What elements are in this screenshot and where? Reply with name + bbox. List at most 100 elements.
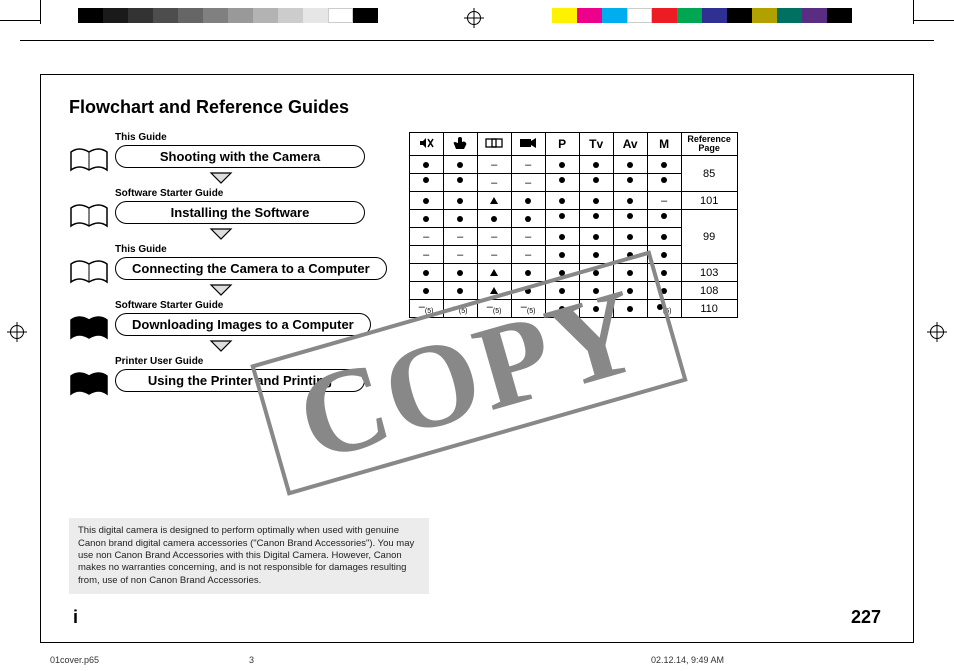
panorama-icon	[477, 133, 511, 156]
mode-cell: –	[477, 246, 511, 264]
mode-cell: –(5)	[477, 300, 511, 318]
flow-step: Connecting the Camera to a Computer	[115, 257, 387, 280]
book-icon	[69, 314, 109, 342]
mode-cell: –	[409, 228, 443, 246]
mode-cell	[443, 264, 477, 282]
mode-cell	[545, 282, 579, 300]
registration-mark-icon	[930, 325, 944, 339]
mode-cell	[443, 192, 477, 210]
mode-cell: –	[511, 174, 545, 192]
mode-cell: –	[511, 246, 545, 264]
mode-cell	[579, 192, 613, 210]
flow-step: Downloading Images to a Computer	[115, 313, 371, 336]
arrow-down-icon	[209, 227, 233, 241]
reference-page-cell: 103	[681, 264, 737, 282]
mode-cell	[545, 246, 579, 264]
mode-header: P	[545, 133, 579, 156]
guide-source-label: Software Starter Guide	[115, 188, 223, 199]
mode-cell	[579, 174, 613, 192]
footer-timestamp: 02.12.14, 9:49 AM	[651, 655, 904, 665]
mute-icon	[409, 133, 443, 156]
mode-cell	[477, 210, 511, 228]
mode-cell: –(5)	[443, 300, 477, 318]
disclaimer-box: This digital camera is designed to perfo…	[69, 518, 429, 594]
mode-cell	[545, 210, 579, 228]
mode-cell	[613, 210, 647, 228]
mode-cell	[443, 282, 477, 300]
movie-icon	[511, 133, 545, 156]
mode-cell	[545, 156, 579, 174]
mode-cell	[545, 174, 579, 192]
process-color-bar	[552, 8, 852, 23]
mode-cell	[647, 246, 681, 264]
footer-filename: 01cover.p65	[50, 655, 99, 665]
mode-cell	[545, 192, 579, 210]
mode-cell	[545, 228, 579, 246]
hand-icon	[443, 133, 477, 156]
mode-cell	[545, 300, 579, 318]
reference-page-cell: 85	[681, 156, 737, 192]
mode-cell	[409, 282, 443, 300]
mode-cell	[477, 264, 511, 282]
mode-cell: –	[477, 156, 511, 174]
book-icon	[69, 258, 109, 286]
reference-page-cell: 99	[681, 210, 737, 264]
mode-cell	[613, 246, 647, 264]
mode-cell	[545, 264, 579, 282]
mode-cell	[613, 174, 647, 192]
footer-pagenum: 3	[249, 655, 254, 665]
mode-header: Tv	[579, 133, 613, 156]
mode-header: Av	[613, 133, 647, 156]
mode-cell	[647, 228, 681, 246]
guide-source-label: Printer User Guide	[115, 356, 203, 367]
mode-cell: –	[647, 192, 681, 210]
book-icon	[69, 146, 109, 174]
page-number-left: i	[73, 607, 78, 628]
mode-cell	[647, 282, 681, 300]
mode-cell	[613, 264, 647, 282]
mode-cell	[579, 300, 613, 318]
mode-cell	[511, 192, 545, 210]
reference-page-cell: 108	[681, 282, 737, 300]
mode-cell	[579, 282, 613, 300]
page-body: Flowchart and Reference Guides This Guid…	[40, 74, 914, 643]
mode-cell	[409, 210, 443, 228]
grayscale-color-bar	[78, 8, 378, 23]
mode-cell	[477, 192, 511, 210]
mode-cell: –	[443, 246, 477, 264]
mode-cell: –	[443, 228, 477, 246]
flow-step: Installing the Software	[115, 201, 365, 224]
mode-cell	[511, 282, 545, 300]
mode-cell: –(5)	[511, 300, 545, 318]
mode-cell	[409, 264, 443, 282]
arrow-down-icon	[209, 171, 233, 185]
mode-cell	[443, 210, 477, 228]
guide-source-label: This Guide	[115, 244, 167, 255]
guide-source-label: This Guide	[115, 132, 167, 143]
mode-cell	[511, 210, 545, 228]
mode-cell: –	[477, 174, 511, 192]
registration-mark-icon	[467, 11, 481, 25]
mode-cell	[409, 156, 443, 174]
mode-cell	[647, 210, 681, 228]
mode-cell	[613, 192, 647, 210]
mode-cell: –(5)	[409, 300, 443, 318]
mode-cell	[409, 192, 443, 210]
mode-cell	[511, 264, 545, 282]
print-footer: 01cover.p65 3 02.12.14, 9:49 AM	[50, 655, 904, 665]
book-icon	[69, 202, 109, 230]
mode-cell	[579, 246, 613, 264]
mode-cell	[613, 156, 647, 174]
page-title: Flowchart and Reference Guides	[69, 97, 885, 118]
registration-mark-icon	[10, 325, 24, 339]
mode-cell: –	[511, 156, 545, 174]
mode-cell	[409, 174, 443, 192]
arrow-down-icon	[209, 283, 233, 297]
reference-page-header: Reference Page	[681, 133, 737, 156]
mode-cell	[443, 156, 477, 174]
mode-cell: –	[477, 228, 511, 246]
mode-header: M	[647, 133, 681, 156]
mode-cell	[613, 300, 647, 318]
guide-source-label: Software Starter Guide	[115, 300, 223, 311]
mode-cell	[579, 228, 613, 246]
